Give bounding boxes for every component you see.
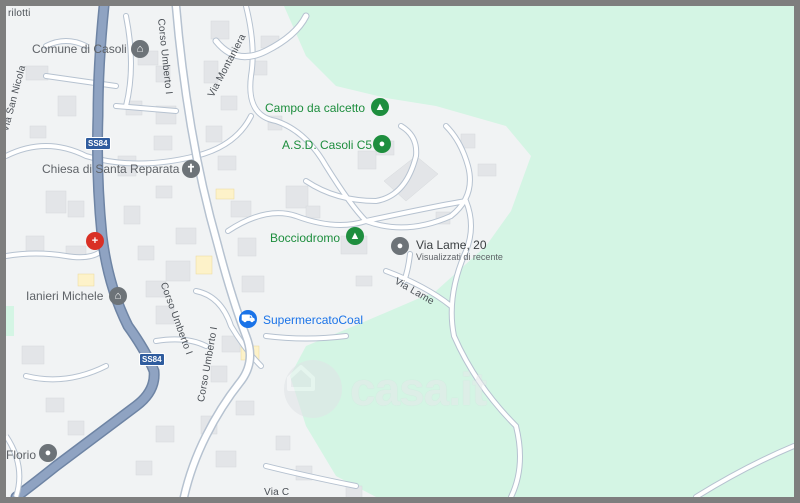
cross-icon: ✝ xyxy=(182,160,200,178)
poi-label: Florio xyxy=(6,448,37,462)
hospital-icon[interactable]: + xyxy=(86,232,104,250)
poi-label: Ianieri Michele xyxy=(26,289,104,303)
poi-label: Chiesa di Santa Reparata xyxy=(42,162,180,176)
ss84-shield: SS84 xyxy=(139,353,165,366)
casa-it-watermark: casa.it xyxy=(284,360,487,418)
selected-place-subtitle: Visualizzati di recente xyxy=(416,252,503,262)
tree-icon: ▲ xyxy=(346,227,364,245)
poi-label: A.S.D. Casoli C5 xyxy=(282,138,373,152)
poi-label: Comune di Casoli xyxy=(32,42,127,56)
poi-label: SupermercatoCoal xyxy=(263,313,364,327)
park-area-small xyxy=(6,306,14,336)
landmark-icon: ⌂ xyxy=(131,40,149,58)
selected-place-name: Via Lame, 20 xyxy=(416,238,487,252)
ss84-west-branch xyxy=(6,434,22,497)
map-frame: casa.it SS84 SS84 Corso Umberto I Via Mo… xyxy=(0,0,800,503)
pin-icon: ● xyxy=(373,135,391,153)
poi-label: Bocciodromo xyxy=(270,231,341,245)
recent-pin-icon: ● xyxy=(391,237,409,255)
street-label-rilotti: rilotti xyxy=(8,8,31,19)
map-canvas[interactable]: casa.it SS84 SS84 Corso Umberto I Via Mo… xyxy=(6,6,794,497)
landmark-icon: ⌂ xyxy=(109,287,127,305)
cart-icon: ⛟ xyxy=(239,310,257,328)
house-logo-icon xyxy=(284,360,342,418)
poi-label: Campo da calcetto xyxy=(265,101,366,115)
tree-icon: ▲ xyxy=(371,98,389,116)
pin-icon: ● xyxy=(39,444,57,462)
ss84-shield: SS84 xyxy=(85,137,111,150)
street-label-via-c: Via C xyxy=(264,487,290,497)
watermark-text: casa.it xyxy=(350,363,487,415)
